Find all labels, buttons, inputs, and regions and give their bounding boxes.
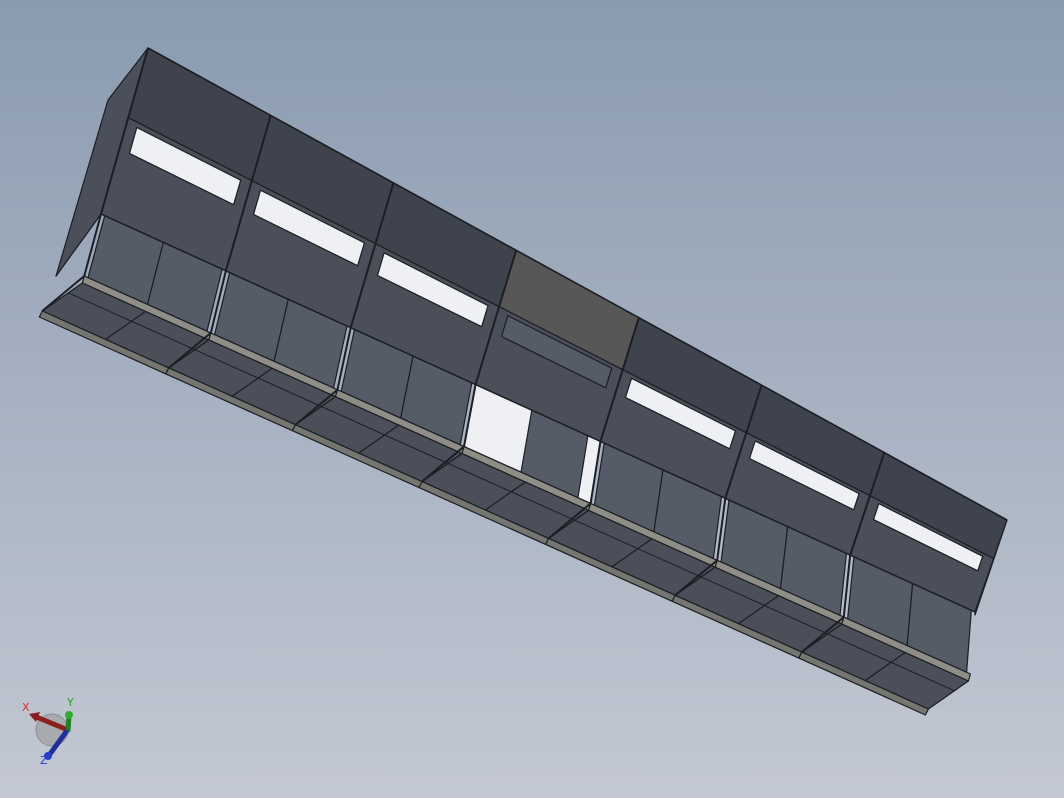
z-axis-label: Z [40, 754, 48, 766]
axis-triad: X Y Z [22, 696, 74, 766]
y-axis-label: Y [66, 696, 74, 709]
graphics-viewport[interactable]: X Y Z [0, 0, 1064, 798]
y-axis-tip [65, 711, 73, 719]
model-view[interactable] [0, 0, 1064, 798]
x-axis-label: X [22, 701, 30, 714]
